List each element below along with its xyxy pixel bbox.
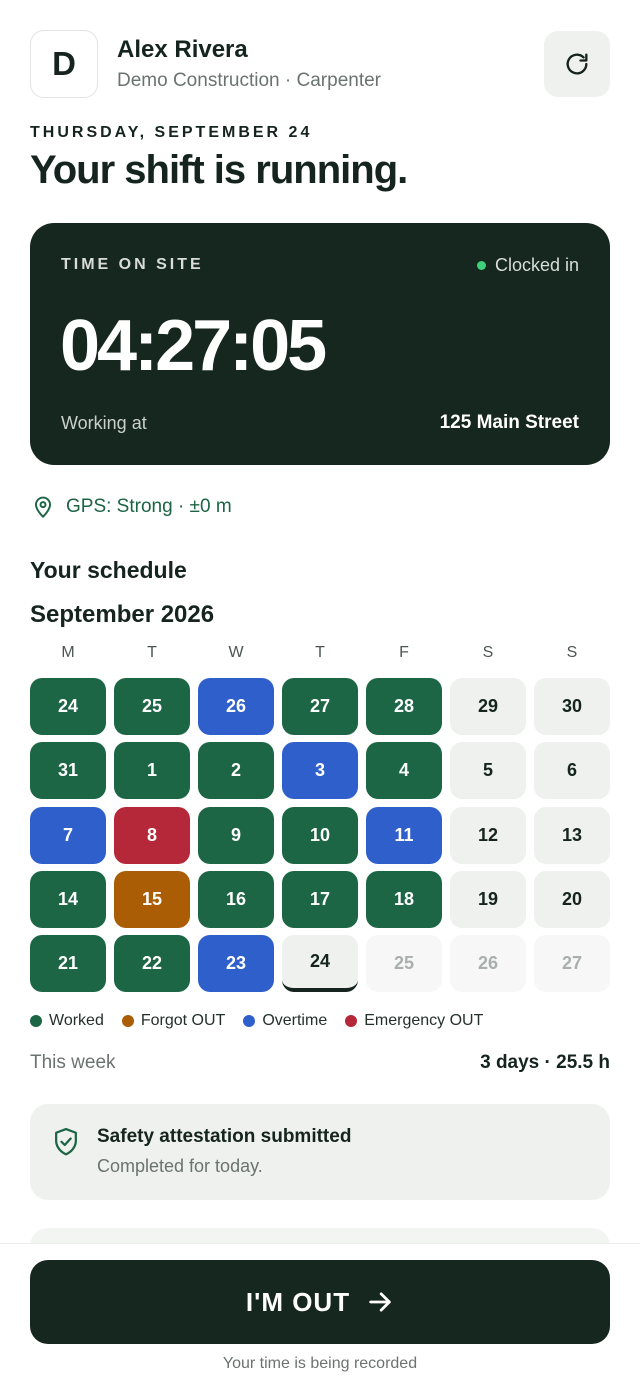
timer-label: TIME ON SITE [61, 256, 204, 273]
calendar-day-worked[interactable]: 16 [198, 871, 274, 928]
calendar-day-future[interactable]: 27 [534, 935, 610, 992]
shield-check-icon [51, 1126, 81, 1158]
user-company-role: Demo Construction · Carpenter [117, 70, 381, 91]
calendar-legend: Worked Forgot OUT Overtime Emergency OUT [30, 1011, 610, 1031]
bottom-action-bar: I'M OUT Your time is being recorded [0, 1243, 640, 1385]
weekday-wed: W [228, 644, 244, 661]
calendar-day-off[interactable]: 30 [534, 678, 610, 735]
weekday-sun: S [566, 644, 578, 661]
calendar-day-worked[interactable]: 14 [30, 871, 106, 928]
calendar-day-worked[interactable]: 31 [30, 742, 106, 799]
calendar-day-off[interactable]: 29 [450, 678, 526, 735]
gps-text: GPS: Strong · ±0 m [66, 496, 232, 517]
calendar-day-overtime[interactable]: 3 [282, 742, 358, 799]
calendar-day-worked[interactable]: 25 [114, 678, 190, 735]
location-pin-icon [30, 494, 56, 520]
legend-label: Forgot OUT [140, 1012, 226, 1029]
legend-item-forgot: Forgot OUT [121, 1012, 226, 1030]
calendar-day-emergency[interactable]: 8 [114, 807, 190, 864]
legend-item-overtime: Overtime [243, 1012, 327, 1030]
legend-dot-icon [121, 1015, 134, 1027]
calendar-day-future[interactable]: 25 [366, 935, 442, 992]
safety-subtitle: Completed for today. [97, 1156, 263, 1176]
refresh-button[interactable] [544, 31, 610, 97]
calendar-day-overtime[interactable]: 26 [198, 678, 274, 735]
date-line: THURSDAY, SEPTEMBER 24 [30, 124, 313, 141]
avatar: D [30, 30, 98, 98]
calendar-day-worked[interactable]: 27 [282, 678, 358, 735]
time-on-site-card: TIME ON SITE Clocked in 04:27:05 Working… [30, 223, 610, 465]
calendar-day-worked[interactable]: 24 [30, 678, 106, 735]
legend-item-emergency: Emergency OUT [345, 1012, 483, 1030]
calendar-day-overtime[interactable]: 7 [30, 807, 106, 864]
calendar-day-worked[interactable]: 17 [282, 871, 358, 928]
calendar-day-worked[interactable]: 2 [198, 742, 274, 799]
page-title: Your shift is running. [30, 148, 408, 192]
calendar-day-today[interactable]: 24 [282, 935, 358, 992]
calendar-day-overtime[interactable]: 11 [366, 807, 442, 864]
week-summary-label: This week [30, 1052, 116, 1073]
weekday-tue: T [147, 644, 157, 661]
safety-title: Safety attestation submitted [97, 1126, 352, 1147]
clock-out-label: I'M OUT [245, 1286, 351, 1317]
header: D Alex Rivera Demo Construction · Carpen… [30, 30, 610, 98]
calendar-day-off[interactable]: 13 [534, 807, 610, 864]
legend-label: Emergency OUT [364, 1012, 484, 1029]
elapsed-time: 04:27:05 [60, 306, 327, 386]
calendar-day-worked[interactable]: 9 [198, 807, 274, 864]
safety-attestation-card[interactable]: Safety attestation submitted Completed f… [30, 1104, 610, 1200]
calendar-day-future[interactable]: 26 [450, 935, 526, 992]
clock-status: Clocked in [476, 255, 579, 276]
legend-label: Overtime [262, 1012, 328, 1029]
work-site: 125 Main Street [439, 412, 579, 433]
calendar-day-worked[interactable]: 21 [30, 935, 106, 992]
schedule-title: Your schedule [30, 557, 187, 583]
legend-dot-icon [30, 1015, 42, 1027]
calendar-day-worked[interactable]: 28 [366, 678, 442, 735]
calendar-month: September 2026 [30, 601, 215, 628]
working-at-label: Working at [61, 413, 147, 433]
weekday-header: M T W T F S S [30, 644, 610, 664]
gps-status: GPS: Strong · ±0 m [30, 493, 232, 521]
calendar-day-off[interactable]: 5 [450, 742, 526, 799]
calendar-day-worked[interactable]: 1 [114, 742, 190, 799]
clock-out-button[interactable]: I'M OUT [30, 1260, 610, 1344]
calendar-day-off[interactable]: 12 [450, 807, 526, 864]
legend-dot-icon [345, 1015, 358, 1027]
calendar-day-worked[interactable]: 22 [114, 935, 190, 992]
calendar-grid: 24 25 26 27 28 29 30 31 1 2 3 4 5 6 7 8 9 10 11 12 13 14 15 16 1… [30, 678, 610, 992]
weekday-sat: S [482, 644, 494, 661]
refresh-icon [563, 50, 591, 78]
calendar-day-off[interactable]: 19 [450, 871, 526, 928]
clock-status-text: Clocked in [494, 255, 579, 275]
weekday-fri: F [399, 644, 409, 661]
calendar-day-forgot[interactable]: 15 [114, 871, 190, 928]
calendar-day-worked[interactable]: 10 [282, 807, 358, 864]
weekday-mon: M [61, 644, 75, 661]
calendar-day-off[interactable]: 20 [534, 871, 610, 928]
status-dot-icon [476, 261, 486, 270]
weekday-thu: T [315, 644, 325, 661]
calendar-day-worked[interactable]: 18 [366, 871, 442, 928]
legend-label: Worked [49, 1012, 104, 1029]
arrow-right-icon [366, 1288, 394, 1316]
legend-item-worked: Worked [30, 1012, 104, 1030]
calendar-day-worked[interactable]: 4 [366, 742, 442, 799]
recording-note: Your time is being recorded [222, 1355, 418, 1372]
user-name: Alex Rivera [117, 36, 248, 63]
legend-dot-icon [243, 1015, 256, 1027]
calendar-day-off[interactable]: 6 [534, 742, 610, 799]
week-summary-value: 3 days · 25.5 h [480, 1052, 610, 1073]
calendar-day-overtime[interactable]: 23 [198, 935, 274, 992]
